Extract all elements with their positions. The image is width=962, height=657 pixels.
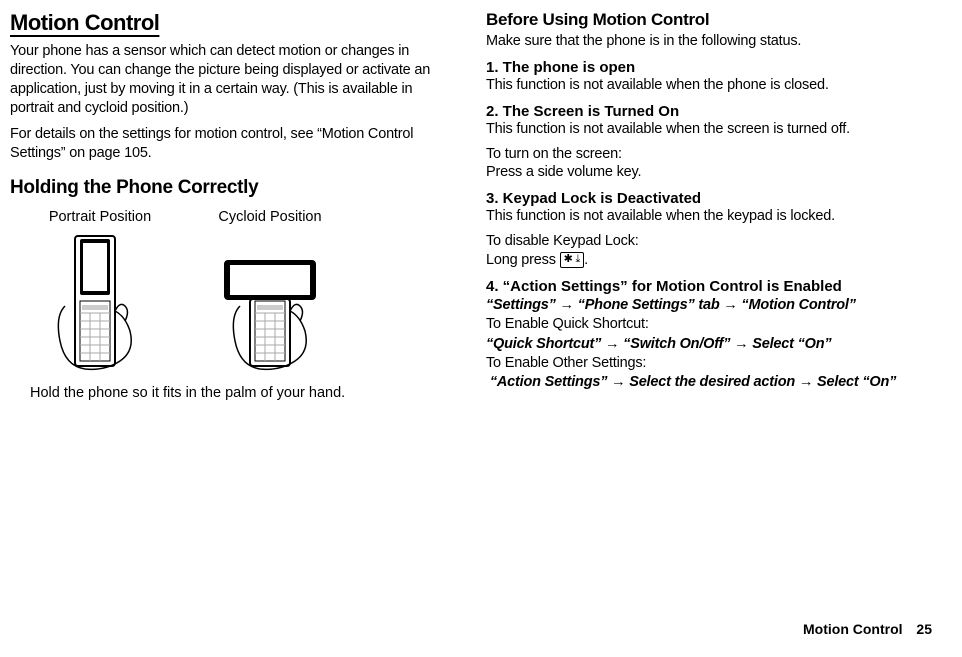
- step-3-longpress-suffix: .: [584, 252, 588, 268]
- figure-row: Portrait Position: [10, 209, 456, 371]
- step-3-title: 3. Keypad Lock is Deactivated: [486, 190, 932, 207]
- step-2-body-2: To turn on the screen:: [486, 145, 932, 164]
- figure-cycloid-caption: Cycloid Position: [218, 209, 321, 225]
- footer-page-number: 25: [916, 621, 932, 637]
- figure-cycloid: Cycloid Position donreturn\n: [200, 209, 340, 371]
- section-title: Motion Control: [10, 10, 456, 36]
- step-3-longpress-prefix: Long press: [486, 252, 560, 268]
- footer-section-name: Motion Control: [803, 621, 903, 637]
- step-4-title: 4. “Action Settings” for Motion Control …: [486, 278, 932, 295]
- step-2-body-1: This function is not available when the …: [486, 120, 932, 139]
- step-4-nav-1: “Settings” → “Phone Settings” tab → “Mot…: [486, 297, 932, 313]
- star-key-icon: ✱ ⤓: [560, 252, 585, 267]
- before-using-heading: Before Using Motion Control: [486, 10, 932, 30]
- phone-portrait-illustration: [30, 231, 170, 371]
- before-using-subtitle: Make sure that the phone is in the follo…: [486, 32, 932, 51]
- step-4-nav-2: “Quick Shortcut” → “Switch On/Off” → Sel…: [486, 336, 932, 352]
- step-2-title: 2. The Screen is Turned On: [486, 103, 932, 120]
- phone-cycloid-illustration: donreturn\n: [200, 231, 340, 371]
- step-1-body: This function is not available when the …: [486, 76, 932, 95]
- intro-paragraph-1: Your phone has a sensor which can detect…: [10, 42, 456, 117]
- step-4-nav-3: “Action Settings” → Select the desired a…: [486, 374, 932, 390]
- figure-portrait: Portrait Position: [30, 209, 170, 371]
- step-3-body-3: Long press ✱ ⤓.: [486, 251, 932, 270]
- holding-caption: Hold the phone so it fits in the palm of…: [10, 385, 456, 401]
- step-3-body-2: To disable Keypad Lock:: [486, 232, 932, 251]
- figure-portrait-caption: Portrait Position: [49, 209, 151, 225]
- step-4-body-1: To Enable Quick Shortcut:: [486, 315, 932, 334]
- holding-phone-heading: Holding the Phone Correctly: [10, 177, 456, 199]
- step-4-body-2: To Enable Other Settings:: [486, 354, 932, 373]
- step-2-body-3: Press a side volume key.: [486, 163, 932, 182]
- page-footer: Motion Control 25: [803, 621, 932, 637]
- step-1-title: 1. The phone is open: [486, 59, 932, 76]
- step-3-body-1: This function is not available when the …: [486, 207, 932, 226]
- intro-paragraph-2: For details on the settings for motion c…: [10, 125, 456, 163]
